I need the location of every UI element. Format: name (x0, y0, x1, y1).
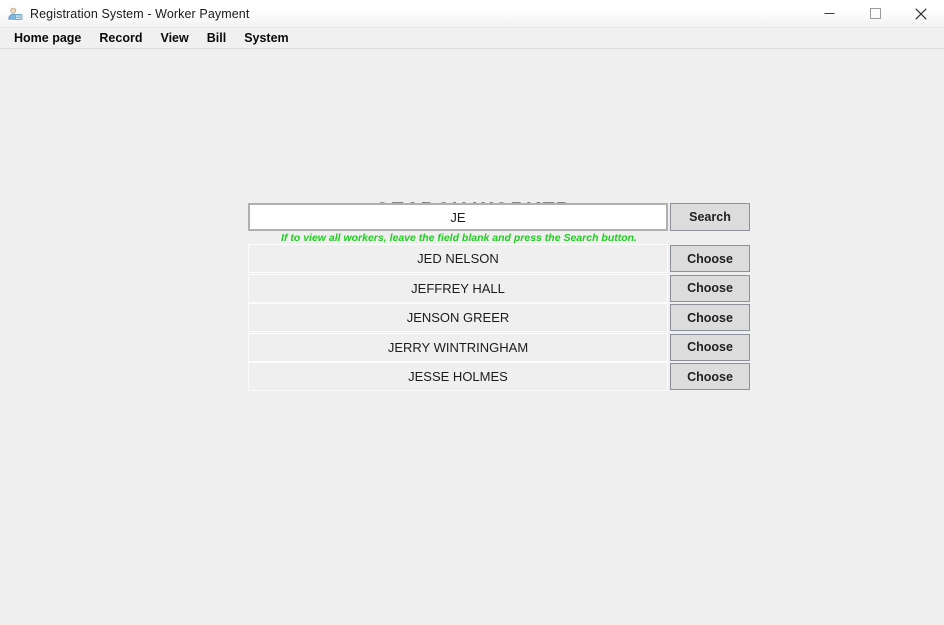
choose-button[interactable]: Choose (670, 333, 750, 361)
menu-item-home-page[interactable]: Home page (5, 29, 90, 48)
search-bar: Search (248, 203, 750, 231)
close-icon (915, 7, 927, 20)
menu-item-view[interactable]: View (151, 29, 197, 48)
title-bar: Registration System - Worker Payment (0, 0, 944, 28)
content-area: SEARCH WORKER Search If to view all work… (0, 49, 944, 625)
worker-name[interactable]: JESSE HOLMES (248, 362, 668, 391)
minimize-icon (824, 8, 835, 19)
table-row: JED NELSON Choose (248, 244, 750, 273)
search-button[interactable]: Search (670, 203, 750, 231)
table-row: JESSE HOLMES Choose (248, 362, 750, 391)
worker-name[interactable]: JERRY WINTRINGHAM (248, 332, 668, 362)
menu-bar: Home page Record View Bill System (0, 28, 944, 49)
window-controls (806, 0, 944, 27)
table-row: JENSON GREER Choose (248, 303, 750, 332)
worker-name[interactable]: JEFFREY HALL (248, 273, 668, 303)
search-input[interactable] (248, 203, 668, 231)
close-button[interactable] (898, 0, 944, 27)
choose-button[interactable]: Choose (670, 304, 750, 331)
minimize-button[interactable] (806, 0, 852, 27)
menu-item-system[interactable]: System (235, 29, 297, 48)
worker-name[interactable]: JED NELSON (248, 244, 668, 273)
menu-item-bill[interactable]: Bill (198, 29, 235, 48)
menu-item-record[interactable]: Record (90, 29, 151, 48)
worker-name[interactable]: JENSON GREER (248, 303, 668, 332)
choose-button[interactable]: Choose (670, 245, 750, 272)
choose-button[interactable]: Choose (670, 363, 750, 390)
table-row: JERRY WINTRINGHAM Choose (248, 332, 750, 362)
choose-button[interactable]: Choose (670, 274, 750, 302)
maximize-icon (869, 8, 881, 19)
table-row: JEFFREY HALL Choose (248, 273, 750, 303)
maximize-button[interactable] (852, 0, 898, 27)
search-results-list: JED NELSON Choose JEFFREY HALL Choose JE… (248, 244, 750, 392)
app-window: Registration System - Worker Payment Hom… (0, 0, 944, 625)
window-title: Registration System - Worker Payment (30, 6, 250, 21)
worker-user-icon (7, 6, 23, 22)
search-hint: If to view all workers, leave the field … (281, 232, 637, 244)
